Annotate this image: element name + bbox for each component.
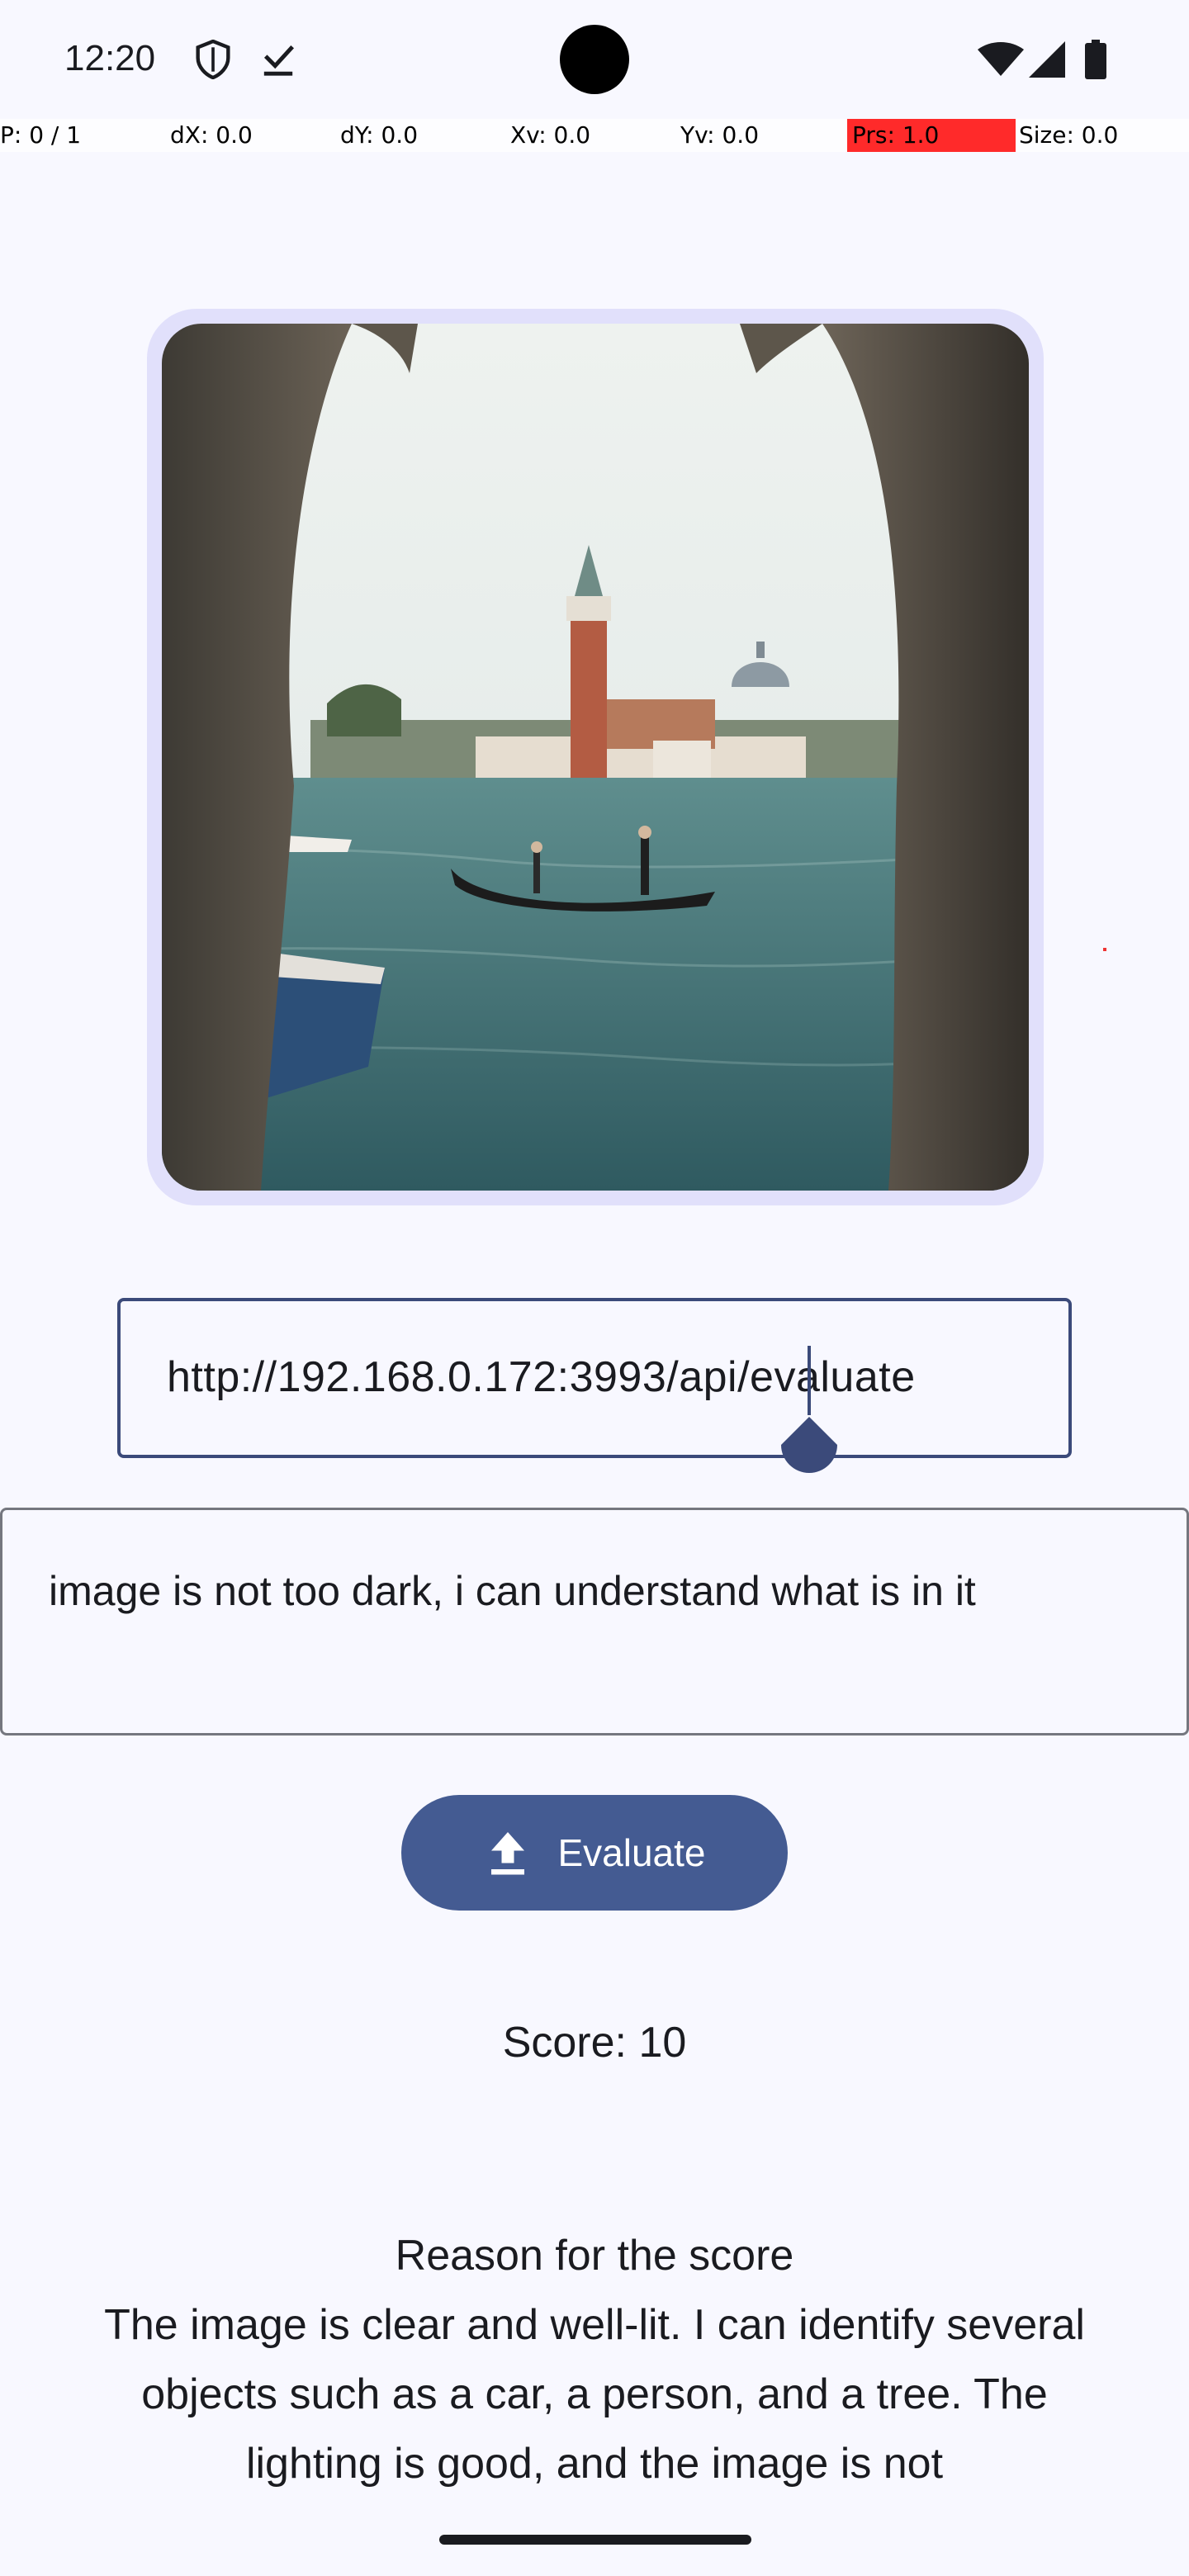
status-time: 12:20 [64, 38, 156, 78]
pointer-size: Size: 0.0 [1019, 121, 1119, 149]
prompt-value: image is not too dark, i can understand … [49, 1568, 976, 1614]
api-url-input[interactable]: http://192.168.0.172:3993/api/evaluate [117, 1298, 1072, 1458]
front-camera [560, 25, 629, 94]
battery-icon [1085, 40, 1106, 83]
api-url-value: http://192.168.0.172:3993/api/evaluate [167, 1353, 916, 1401]
pointer-location-overlay: P: 0 / 1 dX: 0.0 dY: 0.0 Xv: 0.0 Yv: 0.0… [0, 119, 1189, 152]
image-preview-frame[interactable] [147, 309, 1044, 1205]
reason-text: The image is clear and well-lit. I can i… [104, 2301, 1085, 2488]
pointer-xv: Xv: 0.0 [510, 121, 591, 149]
reason-block: Reason for the score The image is clear … [74, 2221, 1115, 2502]
pointer-pressure: Prs: 1.0 [852, 121, 940, 149]
gesture-nav-handle[interactable] [439, 2535, 751, 2545]
wifi-icon [978, 41, 1024, 82]
upload-icon [483, 1828, 533, 1878]
pointer-dy: dY: 0.0 [340, 121, 419, 149]
pointer-dx: dX: 0.0 [170, 121, 253, 149]
signal-icon [1029, 41, 1065, 82]
download-done-icon [261, 40, 296, 83]
text-cursor-handle[interactable] [781, 1417, 837, 1483]
evaluate-label: Evaluate [557, 1831, 706, 1874]
score-text: Score: 10 [502, 2019, 687, 2067]
reason-title: Reason for the score [395, 2232, 794, 2280]
gondola-canal-photo [162, 324, 1029, 1191]
status-bar: 12:20 [0, 0, 1189, 119]
touch-point-indicator [1103, 948, 1106, 951]
evaluate-button[interactable]: Evaluate [401, 1795, 788, 1911]
text-cursor [808, 1346, 811, 1415]
shield-icon [195, 39, 231, 83]
pointer-count: P: 0 / 1 [0, 121, 82, 149]
pointer-yv: Yv: 0.0 [680, 121, 760, 149]
prompt-input[interactable]: image is not too dark, i can understand … [0, 1508, 1189, 1735]
